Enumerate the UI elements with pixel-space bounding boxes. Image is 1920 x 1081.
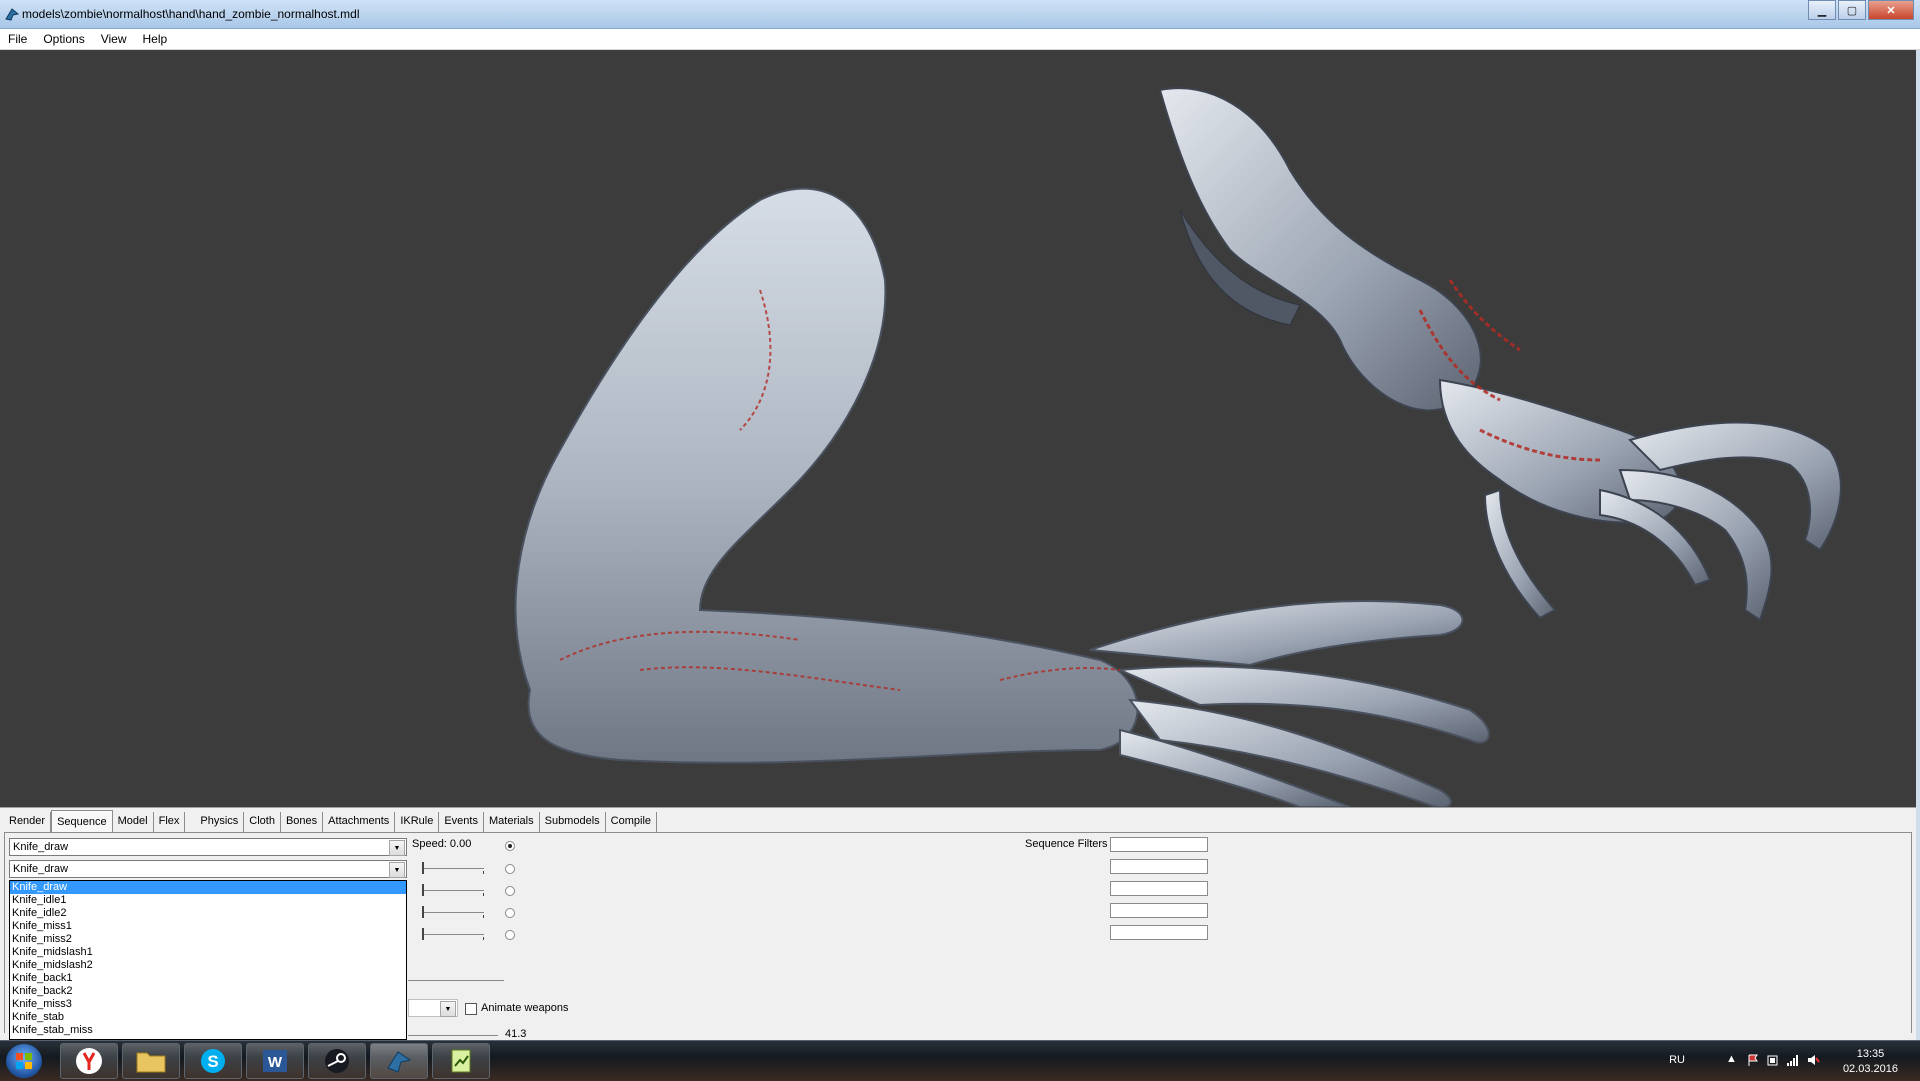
windows-logo-icon — [16, 1053, 32, 1069]
sequence-combo-1[interactable]: Knife_draw ▼ — [9, 838, 407, 856]
skype-icon: S — [201, 1049, 225, 1073]
yandex-browser-icon — [76, 1048, 102, 1074]
tab-model[interactable]: Model — [113, 812, 154, 832]
layer-radio-3[interactable] — [505, 886, 515, 896]
menu-options[interactable]: Options — [35, 32, 92, 46]
list-item[interactable]: Knife_miss3 — [10, 998, 406, 1011]
panel-tabs: Render Sequence Model Flex Physics Cloth… — [4, 810, 658, 832]
animate-weapons-label: Animate weapons — [481, 1002, 569, 1014]
taskbar-hlmv[interactable] — [370, 1043, 428, 1079]
chevron-down-icon[interactable]: ▼ — [389, 840, 405, 856]
list-item[interactable]: Knife_miss1 — [10, 920, 406, 933]
list-item[interactable]: Knife_back2 — [10, 985, 406, 998]
model-viewer-icon — [387, 1051, 412, 1073]
tab-compile[interactable]: Compile — [606, 812, 658, 832]
svg-text:S: S — [207, 1052, 218, 1071]
list-item[interactable]: Knife_idle2 — [10, 907, 406, 920]
zombie-hands-render — [514, 87, 1842, 807]
battery-icon[interactable] — [1766, 1053, 1780, 1067]
menu-help[interactable]: Help — [135, 32, 176, 46]
tab-ikrule[interactable]: IKRule — [395, 812, 440, 832]
menu-view[interactable]: View — [93, 32, 135, 46]
tab-submodels[interactable]: Submodels — [540, 812, 606, 832]
animate-weapons-checkbox[interactable] — [465, 1003, 477, 1015]
speed-label: Speed: 0.00 — [412, 838, 472, 850]
folder-icon — [136, 1052, 166, 1073]
chevron-down-icon[interactable]: ▼ — [389, 862, 405, 878]
windows-taskbar: S W RU ▲ 13:35 02.03.2016 — [0, 1040, 1920, 1081]
tab-attachments[interactable]: Attachments — [323, 812, 396, 832]
layer-radio-5[interactable] — [505, 930, 515, 940]
frame-slider-track[interactable] — [408, 1035, 498, 1036]
steam-icon — [325, 1049, 349, 1073]
close-button[interactable]: ✕ — [1868, 0, 1914, 20]
layer-radio-2[interactable] — [505, 864, 515, 874]
taskbar-file-explorer[interactable] — [122, 1043, 180, 1079]
clock-time: 13:35 — [1856, 1048, 1885, 1060]
window-title: models\zombie\normalhost\hand\hand_zombi… — [22, 7, 360, 21]
list-item[interactable]: Knife_draw — [10, 881, 406, 894]
tab-bones[interactable]: Bones — [281, 812, 324, 832]
layer-radio-4[interactable] — [505, 908, 515, 918]
svg-text:W: W — [268, 1054, 283, 1071]
sequence-combo-2[interactable]: Knife_draw ▼ — [9, 860, 407, 878]
taskbar-yandex-browser[interactable] — [60, 1043, 118, 1079]
menu-bar: File Options View Help — [0, 29, 1920, 50]
system-tray: RU ▲ 13:35 02.03.2016 — [1660, 1041, 1920, 1081]
volume-muted-icon[interactable] — [1806, 1053, 1820, 1067]
model-viewport[interactable] — [0, 50, 1916, 807]
tab-flex[interactable]: Flex — [154, 812, 186, 832]
network-icon[interactable] — [1786, 1053, 1800, 1067]
title-bar: models\zombie\normalhost\hand\hand_zombi… — [0, 0, 1920, 29]
chevron-down-icon[interactable]: ▼ — [440, 1001, 456, 1017]
clock-date: 02.03.2016 — [1842, 1063, 1898, 1075]
taskbar-skype[interactable]: S — [184, 1043, 242, 1079]
sequence-filters-label: Sequence Filters — [1025, 838, 1108, 850]
filter-input-3[interactable] — [1110, 881, 1208, 896]
list-item[interactable]: Knife_midslash1 — [10, 946, 406, 959]
weight-slider-2[interactable] — [422, 884, 484, 896]
chevron-up-icon[interactable]: ▲ — [1726, 1053, 1740, 1067]
filter-input-4[interactable] — [1110, 903, 1208, 918]
sequence-combo-1-value: Knife_draw — [13, 841, 69, 853]
weight-slider-3[interactable] — [422, 906, 484, 918]
filter-input-2[interactable] — [1110, 859, 1208, 874]
list-item[interactable]: Knife_back1 — [10, 972, 406, 985]
weapon-combo[interactable]: ▼ — [408, 999, 458, 1017]
filter-input-1[interactable] — [1110, 837, 1208, 852]
minimize-button[interactable]: ▁ — [1808, 0, 1836, 20]
frame-value: 41.3 — [505, 1028, 527, 1040]
sequence-dropdown-list[interactable]: Knife_draw Knife_idle1 Knife_idle2 Knife… — [9, 880, 407, 1040]
word-icon: W — [263, 1050, 287, 1072]
notepad-icon — [451, 1049, 471, 1073]
list-item[interactable]: Knife_miss2 — [10, 933, 406, 946]
app-icon — [5, 8, 20, 21]
weight-slider-4[interactable] — [422, 928, 484, 940]
filter-input-5[interactable] — [1110, 925, 1208, 940]
tab-cloth[interactable]: Cloth — [244, 812, 281, 832]
tab-events[interactable]: Events — [439, 812, 484, 832]
weight-slider-1[interactable] — [422, 862, 484, 874]
tab-sequence[interactable]: Sequence — [51, 810, 113, 832]
start-button[interactable] — [6, 1044, 42, 1078]
menu-file[interactable]: File — [0, 32, 35, 46]
list-item[interactable]: Knife_stab — [10, 1011, 406, 1024]
taskbar-notepad[interactable] — [432, 1043, 490, 1079]
layer-radio-1[interactable] — [505, 841, 515, 851]
taskbar-word[interactable]: W — [246, 1043, 304, 1079]
list-item[interactable]: Knife_stab_miss — [10, 1024, 406, 1037]
list-item[interactable]: Knife_idle1 — [10, 894, 406, 907]
language-indicator[interactable]: RU — [1669, 1054, 1685, 1066]
list-item[interactable]: Knife_midslash2 — [10, 959, 406, 972]
sequence-combo-2-value: Knife_draw — [13, 863, 69, 875]
tab-materials[interactable]: Materials — [484, 812, 540, 832]
tab-render[interactable]: Render — [4, 812, 52, 832]
tab-physics[interactable]: Physics — [195, 812, 245, 832]
taskbar-steam[interactable] — [308, 1043, 366, 1079]
clock[interactable]: 13:35 02.03.2016 — [1843, 1047, 1898, 1077]
flag-icon[interactable] — [1746, 1053, 1760, 1067]
window-right-edge — [1916, 50, 1920, 1040]
separator-line — [408, 980, 504, 981]
maximize-button[interactable]: ▢ — [1838, 0, 1866, 20]
